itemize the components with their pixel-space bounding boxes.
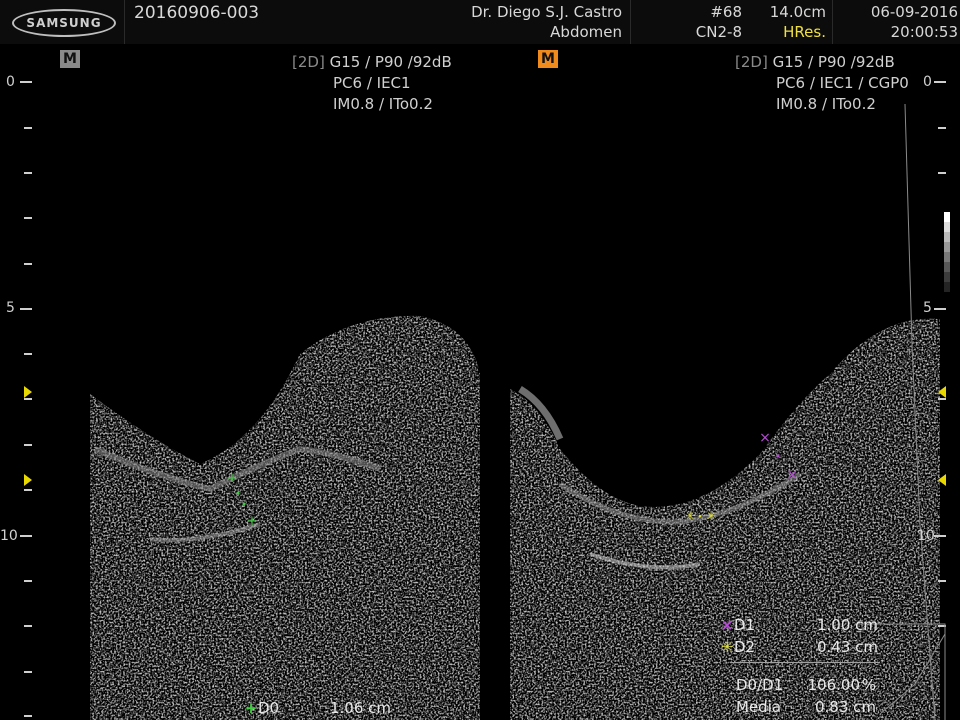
depth-label-5: 5 (923, 300, 932, 316)
processing-line: PC6 / IEC1 (333, 74, 411, 92)
exam-date: 06-09-2016 (870, 3, 958, 21)
mode-tag: [2D] (735, 53, 768, 71)
header-divider (630, 0, 631, 44)
measurement-value: 0.83 cm (814, 698, 876, 716)
depth-label-10: 10 (0, 528, 18, 544)
svg-text:×: × (786, 467, 798, 483)
measurement-d2: ✳D2 0.43 cm (720, 638, 880, 656)
samsung-logo: SAMSUNG (12, 9, 116, 37)
gain-power-line: G15 / P90 /92dB (329, 53, 452, 71)
depth-label-0: 0 (923, 74, 932, 90)
frame-marker-left[interactable]: M (60, 50, 80, 68)
header-bar: SAMSUNG 20160906-003 Dr. Diego S.J. Cast… (0, 0, 960, 44)
svg-text:+: + (247, 514, 258, 529)
right-params: [2D] G15 / P90 /92dB PC6 / IEC1 / CGP0 I… (735, 52, 909, 115)
frame-marker-right[interactable]: M (538, 50, 558, 68)
measurement-label: D0/D1 (736, 676, 784, 694)
depth-label-10: 10 (917, 528, 935, 544)
index-line: IM0.8 / ITo0.2 (333, 95, 433, 113)
focus-marker-icon (24, 474, 32, 486)
measurement-label: D2 (734, 638, 756, 656)
measurement-label: Media (736, 698, 782, 716)
grayscale-bar (944, 212, 950, 292)
depth-label-0: 0 (6, 74, 15, 90)
depth-value: 14.0cm (769, 3, 826, 21)
measurement-d0: +D0 1.06 cm (244, 699, 391, 717)
gain-power-line: G15 / P90 /92dB (772, 53, 895, 71)
cross-icon: + (244, 699, 258, 717)
depth-ruler-left (20, 81, 32, 717)
physician-name: Dr. Diego S.J. Castro (471, 3, 622, 21)
measurement-value: 1.00 cm (816, 616, 878, 634)
x-mark-icon: × (720, 616, 734, 634)
mode-label: HRes. (783, 23, 826, 41)
svg-text:✳: ✳ (706, 509, 716, 523)
divider (730, 662, 880, 663)
right-frame-tissue (510, 318, 940, 720)
asterisk-icon: ✳ (720, 638, 734, 656)
header-divider (124, 0, 125, 44)
exam-type: Abdomen (550, 23, 622, 41)
exam-time: 20:00:53 (890, 23, 958, 41)
svg-text:✳: ✳ (685, 509, 695, 523)
frame-number: #68 (710, 3, 742, 21)
left-frame-tissue (90, 315, 480, 720)
measurement-d1: ×D1 1.00 cm (720, 616, 880, 634)
depth-label-5: 5 (6, 300, 15, 316)
svg-text:+: + (227, 471, 238, 486)
measurement-value: 0.43 cm (816, 638, 878, 656)
focus-marker-icon (24, 386, 32, 398)
svg-text:×: × (759, 430, 771, 446)
measurement-value: 1.06 cm (330, 699, 392, 717)
left-params: [2D] G15 / P90 /92dB PC6 / IEC1 IM0.8 / … (292, 52, 452, 115)
processing-line: PC6 / IEC1 / CGP0 (776, 74, 909, 92)
mode-tag: [2D] (292, 53, 325, 71)
measurement-label: D0 (258, 699, 280, 717)
index-line: IM0.8 / ITo0.2 (776, 95, 876, 113)
measurement-mean: Media 0.83 cm (736, 698, 878, 716)
patient-id: 20160906-003 (134, 3, 260, 23)
measurement-value: 106.00 (807, 676, 861, 694)
measurement-ratio: D0/D1 106.00 % (736, 676, 878, 694)
header-divider (832, 0, 833, 44)
measurement-label: D1 (734, 616, 756, 634)
measurement-unit: % (861, 676, 876, 694)
probe-name: CN2-8 (695, 23, 742, 41)
